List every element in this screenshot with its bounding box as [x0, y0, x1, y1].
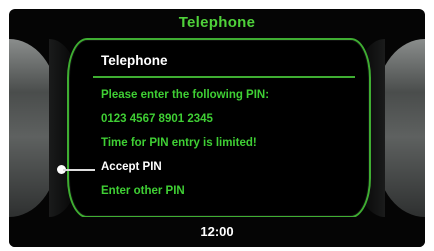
dialog-divider	[93, 76, 355, 78]
clock-time: 12:00	[200, 224, 234, 239]
accept-pin-option[interactable]: Accept PIN	[101, 161, 162, 173]
pin-dialog: Telephone Please enter the following PIN…	[57, 38, 371, 218]
dialog-title: Telephone	[101, 53, 168, 68]
selection-indicator-line	[63, 169, 95, 171]
pin-instruction-text: Please enter the following PIN:	[101, 89, 270, 101]
display-screen: Telephone Telephone Please enter the fol…	[9, 9, 425, 247]
pin-number-text: 0123 4567 8901 2345	[101, 113, 213, 125]
pin-time-limit-text: Time for PIN entry is limited!	[101, 137, 257, 149]
status-bar: 12:00	[9, 217, 425, 247]
screen-title: Telephone	[178, 14, 256, 31]
enter-other-pin-option[interactable]: Enter other PIN	[101, 185, 185, 197]
